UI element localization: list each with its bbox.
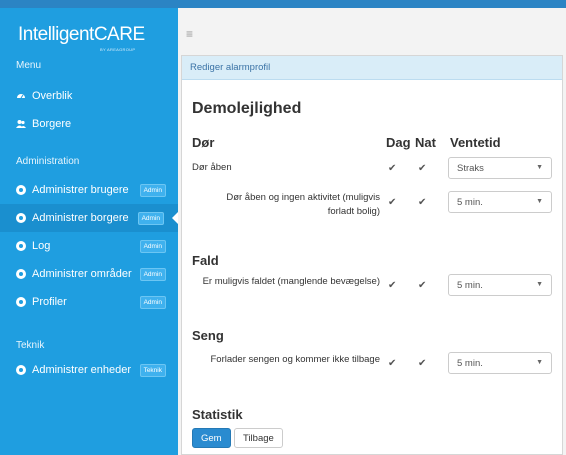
row-label-dor-aben: Dør åben <box>192 162 232 173</box>
app-logo: IntelligentCARE <box>18 24 145 45</box>
sidebar-item-administrer-borgere[interactable]: Administrer borgere Admin <box>0 204 178 232</box>
sidebar-item-administrer-brugere[interactable]: Administrer brugere Admin <box>0 176 178 204</box>
hamburger-icon[interactable]: ≡ <box>186 27 193 41</box>
sidebar-item-overblik[interactable]: Overblik <box>0 82 178 110</box>
column-header-ventetid: Ventetid <box>450 135 501 150</box>
users-icon <box>16 119 26 129</box>
select-value: 5 min. <box>457 358 483 369</box>
sidebar-item-borgere[interactable]: Borgere <box>0 110 178 138</box>
sidebar-item-log[interactable]: Log Admin <box>0 232 178 260</box>
tech-badge: Teknik <box>139 363 166 377</box>
sidebar-item-label: Log <box>32 240 51 252</box>
row-label-forlader-sengen: Forlader sengen og kommer ikke tilbage <box>210 354 380 365</box>
nat-checkbox[interactable]: ✔ <box>418 281 428 291</box>
group-header-seng: Seng <box>192 328 224 343</box>
admin-section-header: Administration <box>16 156 80 167</box>
sidebar-item-label: Administrer brugere <box>32 184 129 196</box>
chevron-down-icon: ▼ <box>536 359 543 366</box>
nat-checkbox[interactable]: ✔ <box>418 164 428 174</box>
sidebar-item-administrer-omrader[interactable]: Administrer områder Admin <box>0 260 178 288</box>
sidebar-item-profiler[interactable]: Profiler Admin <box>0 288 178 316</box>
select-value: 5 min. <box>457 280 483 291</box>
select-value: Straks <box>457 163 484 174</box>
gear-icon <box>16 365 26 375</box>
gear-icon <box>16 241 26 251</box>
alarm-profile-panel: Rediger alarmprofil Demolejlighed Dør Da… <box>181 55 563 455</box>
chevron-down-icon: ▼ <box>536 164 543 171</box>
select-value: 5 min. <box>457 197 483 208</box>
sidebar-item-administrer-enheder[interactable]: Administrer enheder Teknik <box>0 356 178 384</box>
sidebar: IntelligentCARE BY AREAGROUP Menu Overbl… <box>0 8 178 455</box>
tech-section-header: Teknik <box>16 340 45 351</box>
gear-icon <box>16 185 26 195</box>
page-title: Demolejlighed <box>192 100 302 117</box>
chevron-down-icon: ▼ <box>536 281 543 288</box>
dag-checkbox[interactable]: ✔ <box>388 359 398 369</box>
admin-badge: Admin <box>139 267 166 281</box>
column-header-dag: Dag <box>386 135 411 150</box>
gear-icon <box>16 213 26 223</box>
dag-checkbox[interactable]: ✔ <box>388 198 398 208</box>
menu-section-header: Menu <box>16 60 42 71</box>
sidebar-item-label: Administrer områder <box>32 268 132 280</box>
chevron-down-icon: ▼ <box>536 198 543 205</box>
admin-badge: Admin <box>139 239 166 253</box>
sidebar-item-label: Administrer enheder <box>32 364 132 376</box>
panel-header: Rediger alarmprofil <box>182 56 562 80</box>
gear-icon <box>16 297 26 307</box>
nat-checkbox[interactable]: ✔ <box>418 359 428 369</box>
admin-badge: Admin <box>139 295 166 309</box>
save-button[interactable]: Gem <box>192 428 231 448</box>
ventetid-select[interactable]: Straks ▼ <box>448 157 552 179</box>
nat-checkbox[interactable]: ✔ <box>418 198 428 208</box>
dag-checkbox[interactable]: ✔ <box>388 281 398 291</box>
gear-icon <box>16 269 26 279</box>
group-header-statistik: Statistik <box>192 407 243 422</box>
row-label-muligvis-faldet: Er muligvis faldet (manglende bevægelse) <box>202 276 380 287</box>
app-logo-subtitle: BY AREAGROUP <box>100 47 136 52</box>
sidebar-item-label: Overblik <box>32 90 73 102</box>
admin-badge: Admin <box>139 183 166 197</box>
dag-checkbox[interactable]: ✔ <box>388 164 398 174</box>
top-strip <box>0 0 566 8</box>
sidebar-item-label: Administrer borgere <box>32 212 129 224</box>
main-content: ≡ Rediger alarmprofil Demolejlighed Dør … <box>178 8 566 455</box>
group-header-fald: Fald <box>192 253 219 268</box>
admin-badge: Admin <box>137 211 164 225</box>
sidebar-item-label: Profiler <box>32 296 67 308</box>
group-header-dor: Dør <box>192 135 215 150</box>
ventetid-select[interactable]: 5 min. ▼ <box>448 352 552 374</box>
column-header-nat: Nat <box>415 135 436 150</box>
back-button[interactable]: Tilbage <box>234 428 283 448</box>
sidebar-item-label: Borgere <box>32 118 72 130</box>
dashboard-icon <box>16 91 26 101</box>
ventetid-select[interactable]: 5 min. ▼ <box>448 191 552 213</box>
ventetid-select[interactable]: 5 min. ▼ <box>448 274 552 296</box>
row-label-dor-aben-ingen-aktivitet: Dør åben og ingen aktivitet (muligvis fo… <box>226 192 380 217</box>
